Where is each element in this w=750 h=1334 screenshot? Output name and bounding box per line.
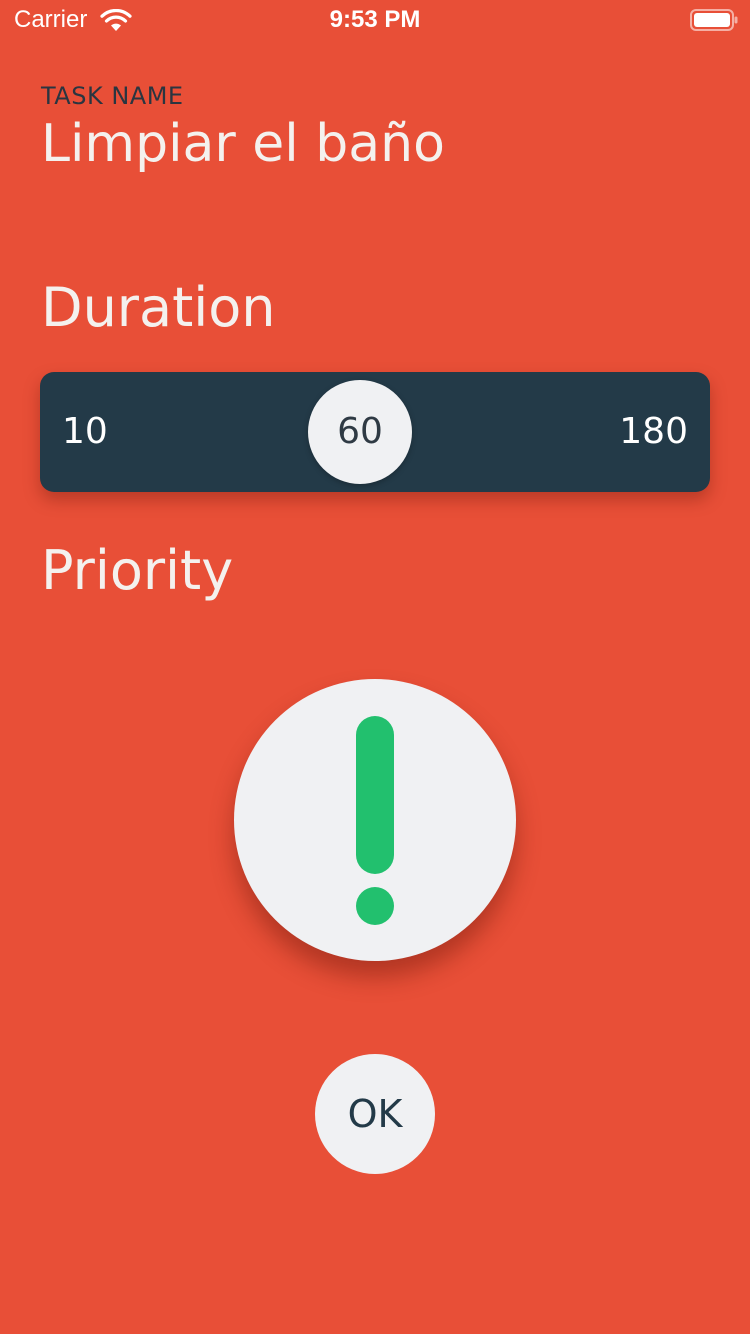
duration-max-label: 180 [619, 411, 688, 452]
duration-title: Duration [41, 276, 276, 339]
status-time: 9:53 PM [329, 6, 421, 33]
task-name-label: TASK NAME [41, 82, 184, 110]
ok-button[interactable]: OK [315, 1054, 435, 1174]
duration-slider-thumb[interactable]: 60 [308, 380, 412, 484]
task-editor-screen: Carrier 9:53 PM TASK NAME Limpiar el bañ… [0, 0, 750, 1334]
battery-icon [690, 9, 738, 31]
status-bar: Carrier 9:53 PM [0, 0, 750, 40]
duration-min-label: 10 [62, 411, 108, 452]
priority-title: Priority [41, 539, 234, 602]
priority-button[interactable] [234, 679, 516, 961]
exclamation-icon [356, 716, 394, 925]
battery-level-fill [694, 13, 730, 27]
task-name-field[interactable]: Limpiar el baño [41, 112, 445, 176]
duration-slider[interactable]: 10 180 60 [40, 372, 710, 492]
